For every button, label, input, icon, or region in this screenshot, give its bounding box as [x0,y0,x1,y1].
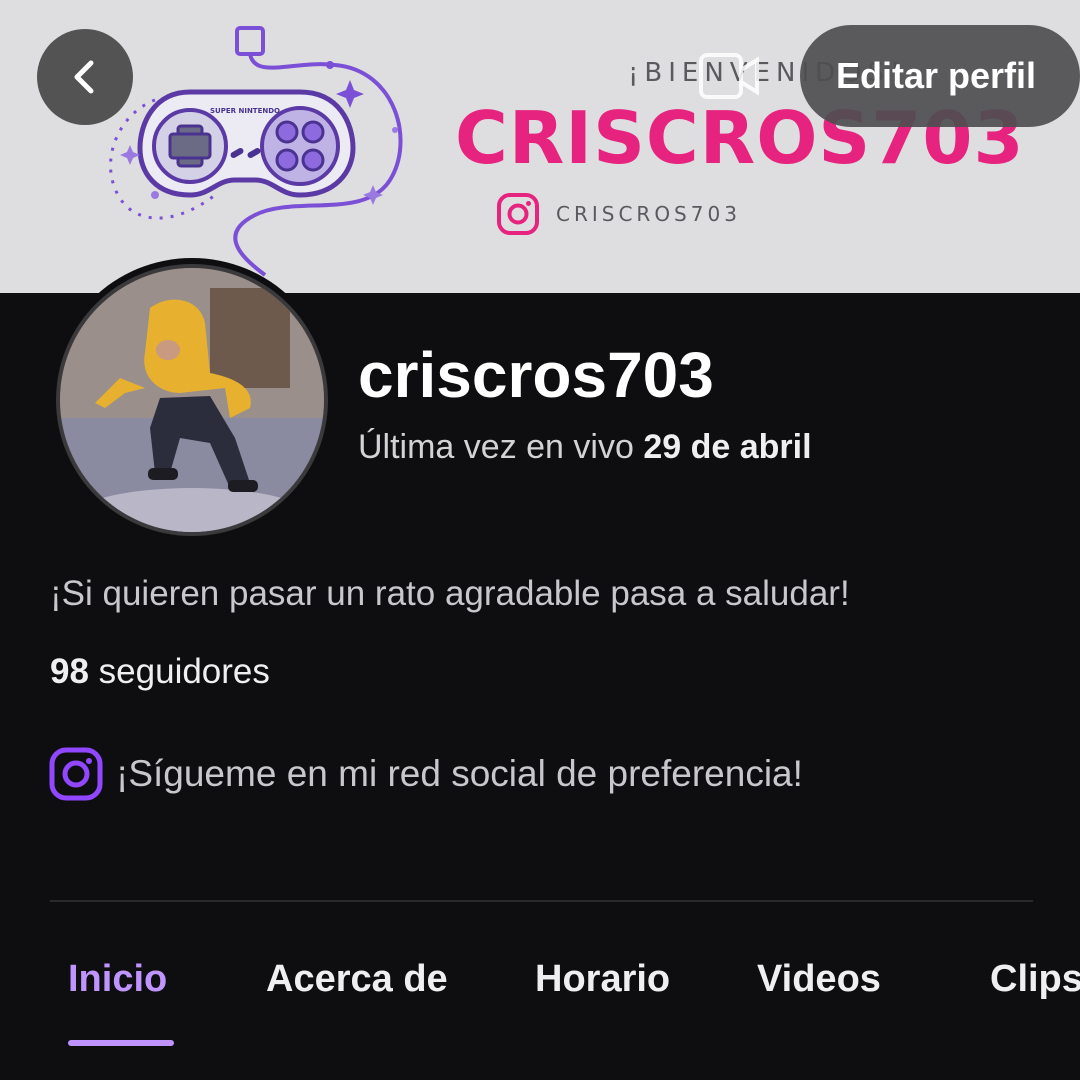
tab-acerca-de[interactable]: Acerca de [266,958,448,1001]
channel-username: criscros703 [358,339,714,411]
banner-instagram-handle: CRISCROS703 [556,202,741,226]
banner-instagram-row: CRISCROS703 [496,192,741,236]
channel-profile-page: SUPER NINTENDO ¡BIENVENIDOS! CRISCROS703… [0,0,1080,1080]
last-live-date: 29 de abril [643,428,812,466]
tab-inicio[interactable]: Inicio [68,958,167,1001]
social-link[interactable]: ¡Sígueme en mi red social de preferencia… [48,746,803,802]
tab-clips[interactable]: Clips [990,958,1080,1001]
back-button[interactable] [37,29,133,125]
social-link-label: ¡Sígueme en mi red social de preferencia… [116,753,803,794]
followers-number: 98 [50,652,89,691]
last-live-prefix: Última vez en vivo [358,428,634,466]
followers-label: seguidores [98,652,270,691]
tab-horario[interactable]: Horario [535,958,670,1001]
channel-bio: ¡Si quieren pasar un rato agradable pasa… [50,574,850,613]
chevron-left-icon [74,60,94,94]
followers-count: 98 seguidores [50,652,270,692]
divider [50,900,1033,902]
edit-profile-button[interactable]: Editar perfil [800,25,1080,127]
video-camera-icon [699,53,759,99]
active-tab-indicator [68,1040,174,1046]
avatar-photo [60,268,324,532]
tab-videos[interactable]: Videos [757,958,881,1001]
controller-label: SUPER NINTENDO [210,107,280,115]
last-live-text: Última vez en vivo 29 de abril [358,428,812,467]
snes-controller-illustration: SUPER NINTENDO [109,26,403,277]
profile-tabs: Inicio Acerca de Horario Videos Clips [0,940,1080,1080]
instagram-icon [49,747,103,801]
instagram-icon [497,193,539,235]
avatar[interactable] [50,258,334,542]
